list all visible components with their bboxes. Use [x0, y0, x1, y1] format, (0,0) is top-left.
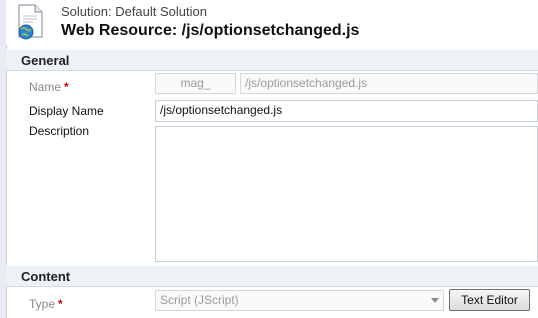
general-section-title: General — [21, 53, 70, 68]
type-select-value: Script (JScript) — [160, 293, 239, 307]
required-marker: * — [58, 297, 63, 311]
content-section-title: Content — [21, 269, 71, 284]
description-label: Description — [29, 124, 90, 138]
name-prefix-field: mag_ — [155, 73, 236, 94]
text-editor-button[interactable]: Text Editor — [449, 289, 530, 311]
name-field: /js/optionsetchanged.js — [240, 73, 538, 94]
type-select[interactable]: Script (JScript) — [155, 290, 444, 311]
required-marker: * — [64, 80, 69, 94]
page-title: Web Resource: /js/optionsetchanged.js — [61, 22, 360, 39]
form-header: Solution: Default Solution Web Resource:… — [6, 0, 538, 45]
description-textarea[interactable] — [155, 126, 538, 262]
type-label: Type * — [29, 297, 63, 311]
name-label-text: Name — [29, 80, 62, 94]
web-resource-document-icon — [15, 4, 47, 40]
solution-name: Solution: Default Solution — [61, 4, 207, 19]
display-name-label: Display Name — [29, 104, 104, 118]
general-section-header: General — [6, 50, 538, 71]
display-name-field[interactable]: /js/optionsetchanged.js — [155, 100, 538, 122]
name-label: Name * — [29, 80, 69, 94]
chevron-down-icon[interactable] — [431, 298, 439, 303]
type-label-text: Type — [29, 297, 56, 311]
content-section-header: Content — [6, 266, 538, 287]
